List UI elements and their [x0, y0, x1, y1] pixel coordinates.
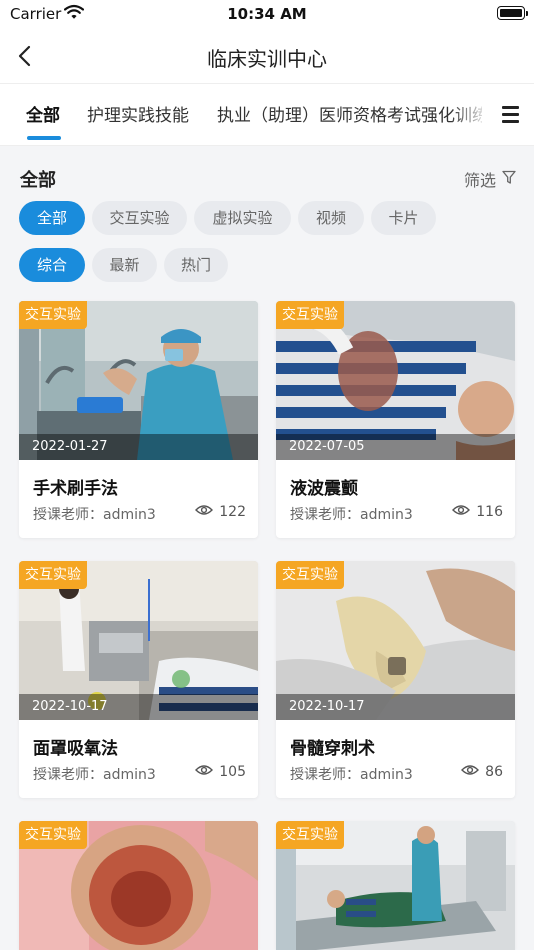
battery-icon: [497, 6, 525, 20]
chip-sort-popular[interactable]: 热门: [164, 248, 228, 282]
clock: 10:34 AM: [227, 5, 307, 23]
course-teacher: 授课老师：admin3: [33, 507, 156, 523]
course-type-badge: 交互实验: [276, 821, 344, 849]
view-count-value: 116: [476, 504, 503, 520]
course-name: 手术刷手法: [33, 479, 118, 499]
view-count: 86: [461, 764, 503, 780]
course-card[interactable]: 交互实验: [276, 821, 515, 950]
course-date: 2022-07-05: [289, 439, 365, 454]
course-name: 骨髓穿刺术: [290, 739, 375, 759]
course-date: 2022-01-27: [32, 439, 108, 454]
course-type-badge: 交互实验: [276, 301, 344, 329]
eye-icon: [195, 504, 214, 520]
chip-type-interactive[interactable]: 交互实验: [92, 201, 187, 235]
course-card[interactable]: 交互实验 2022-07-05 液波震颤 授课老师：admin3 116: [276, 301, 515, 538]
tab-nursing-skills[interactable]: 护理实践技能: [87, 101, 189, 126]
page-title: 临床实训中心: [207, 47, 327, 71]
eye-icon: [461, 764, 480, 780]
tab-physician-exam[interactable]: 执业（助理）医师资格考试强化训练: [217, 101, 489, 126]
chip-sort-comprehensive[interactable]: 综合: [19, 248, 85, 282]
course-card[interactable]: 交互实验 2022-10-17 面罩吸氧法 授课老师：admin3 105: [19, 561, 258, 798]
eye-icon: [195, 764, 214, 780]
course-name: 面罩吸氧法: [33, 739, 118, 759]
status-bar: Carrier 10:34 AM: [0, 0, 534, 28]
view-count-value: 86: [485, 764, 503, 780]
view-count-value: 122: [219, 504, 246, 520]
course-date: 2022-10-17: [289, 699, 365, 714]
eye-icon: [452, 504, 471, 520]
course-card[interactable]: 交互实验 2022-01-27 手术刷手法 授课老师：admin3 122: [19, 301, 258, 538]
navigation-bar: 临床实训中心: [0, 28, 534, 84]
view-count: 105: [195, 764, 246, 780]
course-card[interactable]: 交互实验: [19, 821, 258, 950]
tab-all[interactable]: 全部: [26, 101, 60, 126]
course-type-badge: 交互实验: [19, 821, 87, 849]
chip-type-virtual[interactable]: 虚拟实验: [194, 201, 291, 235]
course-card[interactable]: 交互实验 2022-10-17 骨髓穿刺术 授课老师：admin3 86: [276, 561, 515, 798]
course-type-badge: 交互实验: [276, 561, 344, 589]
course-teacher: 授课老师：admin3: [33, 767, 156, 783]
course-teacher: 授课老师：admin3: [290, 507, 413, 523]
course-date: 2022-10-17: [32, 699, 108, 714]
chip-type-all[interactable]: 全部: [19, 201, 85, 235]
view-count: 122: [195, 504, 246, 520]
filter-label: 筛选: [463, 171, 496, 190]
course-name: 液波震颤: [290, 479, 358, 499]
course-type-badge: 交互实验: [19, 561, 87, 589]
course-type-badge: 交互实验: [19, 301, 87, 329]
hamburger-menu-icon[interactable]: [482, 84, 534, 144]
category-tabs: 全部 护理实践技能 执业（助理）医师资格考试强化训练: [0, 84, 534, 146]
chip-type-card[interactable]: 卡片: [371, 201, 436, 235]
active-tab-indicator: [27, 136, 61, 140]
view-count: 116: [452, 504, 503, 520]
funnel-icon: [502, 170, 516, 189]
chip-type-video[interactable]: 视频: [298, 201, 364, 235]
battery-tip: [526, 11, 528, 16]
view-count-value: 105: [219, 764, 246, 780]
filter-button[interactable]: 筛选: [464, 167, 516, 191]
section-title: 全部: [20, 170, 56, 191]
chip-sort-latest[interactable]: 最新: [92, 248, 157, 282]
course-teacher: 授课老师：admin3: [290, 767, 413, 783]
